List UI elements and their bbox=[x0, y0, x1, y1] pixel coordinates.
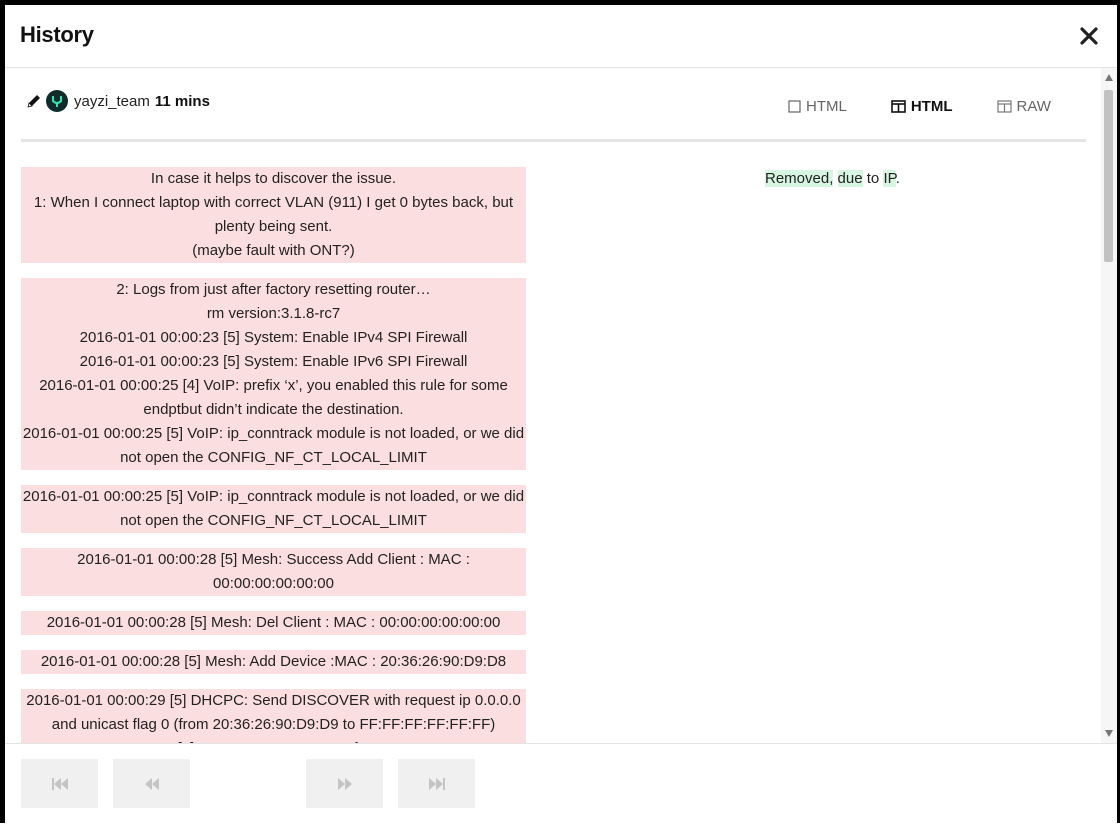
square-icon bbox=[788, 100, 801, 113]
removed-line: 2016-01-01 00:00:28 [5] Mesh: Add Device… bbox=[40, 653, 507, 670]
pencil-icon bbox=[27, 95, 40, 108]
removed-line: 2016-01-01 00:00:23 [5] System: Enable I… bbox=[79, 353, 468, 370]
last-revision-button[interactable] bbox=[398, 759, 475, 808]
vertical-scrollbar[interactable] bbox=[1101, 68, 1117, 743]
removed-line: 2016-01-01 00:00:29 [5] DHCPC: Send DISC… bbox=[26, 692, 521, 733]
dialog-header: History bbox=[5, 5, 1117, 68]
inserted-text: Removed, bbox=[765, 170, 834, 187]
removed-block: 2016-01-01 00:00:28 [5] Mesh: Del Client… bbox=[21, 611, 526, 635]
next-revision-button[interactable] bbox=[306, 759, 383, 808]
unchanged-text: . bbox=[895, 170, 900, 187]
first-icon bbox=[51, 777, 68, 790]
revision-user[interactable]: yayzi_team bbox=[74, 93, 150, 110]
removed-block: In case it helps to discover the issue. 1… bbox=[21, 167, 526, 263]
view-mode-html-split[interactable]: HTML bbox=[891, 98, 953, 115]
next-icon bbox=[337, 777, 352, 790]
removed-block: 2: Logs from just after factory resettin… bbox=[21, 278, 526, 470]
split-view-icon bbox=[996, 100, 1012, 113]
revision-time: 11 mins bbox=[154, 92, 210, 110]
last-icon bbox=[428, 777, 445, 790]
removed-line: 2016-01-01 00:00:23 [5] System: Enable I… bbox=[79, 329, 468, 346]
removed-line: 2016-01-01 00:00:28 [5] Mesh: Success Ad… bbox=[77, 551, 470, 592]
unchanged-text bbox=[833, 170, 837, 187]
avatar bbox=[46, 90, 68, 112]
removed-line: 1: When I connect laptop with correct VL… bbox=[33, 194, 514, 235]
first-revision-button[interactable] bbox=[21, 759, 98, 808]
view-mode-html-single[interactable]: HTML bbox=[788, 98, 847, 115]
removed-block: 2016-01-01 00:00:29 [5] DHCPC: Send DISC… bbox=[21, 689, 526, 743]
removed-line: In case it helps to discover the issue. bbox=[150, 170, 397, 187]
split-view-icon bbox=[891, 100, 906, 113]
history-footer bbox=[5, 743, 1117, 824]
removed-column: In case it helps to discover the issue. 1… bbox=[21, 167, 526, 743]
inserted-column: Removed, due to IP. bbox=[765, 167, 900, 191]
user-logo-icon bbox=[52, 96, 62, 107]
view-mode-raw[interactable]: RAW bbox=[996, 98, 1051, 115]
previous-revision-button[interactable] bbox=[113, 759, 190, 808]
inserted-text: due bbox=[837, 170, 863, 187]
close-icon[interactable] bbox=[1077, 24, 1101, 48]
scroll-down-icon[interactable] bbox=[1105, 730, 1113, 737]
view-mode-label: RAW bbox=[1016, 98, 1051, 115]
removed-line: 2016-01-01 00:00:28 [5] Mesh: Del Client… bbox=[46, 614, 501, 631]
removed-line: rm version:3.1.8-rc7 bbox=[206, 305, 341, 322]
divider bbox=[21, 139, 1086, 142]
removed-line: 2016-01-01 00:00:25 [5] VoIP: ip_conntra… bbox=[22, 488, 525, 529]
previous-icon bbox=[144, 777, 159, 790]
inserted-text: IP bbox=[883, 170, 896, 187]
removed-line: 2016-01-01 00:00:25 [4] VoIP: prefix ‘x’… bbox=[39, 377, 508, 418]
removed-block: 2016-01-01 00:00:28 [5] Mesh: Add Device… bbox=[21, 650, 526, 674]
removed-line: (maybe fault with ONT?) bbox=[192, 242, 355, 259]
removed-line: 2: Logs from just after factory resettin… bbox=[116, 281, 431, 298]
history-body: yayzi_team 11 mins HTML HTML RAW In case… bbox=[5, 68, 1117, 743]
scroll-up-icon[interactable] bbox=[1105, 74, 1113, 81]
unchanged-text: to bbox=[862, 170, 884, 187]
revision-meta: yayzi_team 11 mins bbox=[25, 90, 210, 112]
scrollbar-thumb[interactable] bbox=[1104, 90, 1113, 262]
removed-block: 2016-01-01 00:00:25 [5] VoIP: ip_conntra… bbox=[21, 485, 526, 533]
removed-line: 2016-01-01 00:00:25 [5] VoIP: ip_conntra… bbox=[22, 425, 525, 466]
view-mode-label: HTML bbox=[806, 98, 847, 115]
view-mode-switcher: HTML HTML RAW bbox=[788, 98, 1051, 115]
view-mode-label: HTML bbox=[910, 98, 953, 115]
removed-block: 2016-01-01 00:00:28 [5] Mesh: Success Ad… bbox=[21, 548, 526, 596]
dialog-title: History bbox=[20, 22, 94, 47]
